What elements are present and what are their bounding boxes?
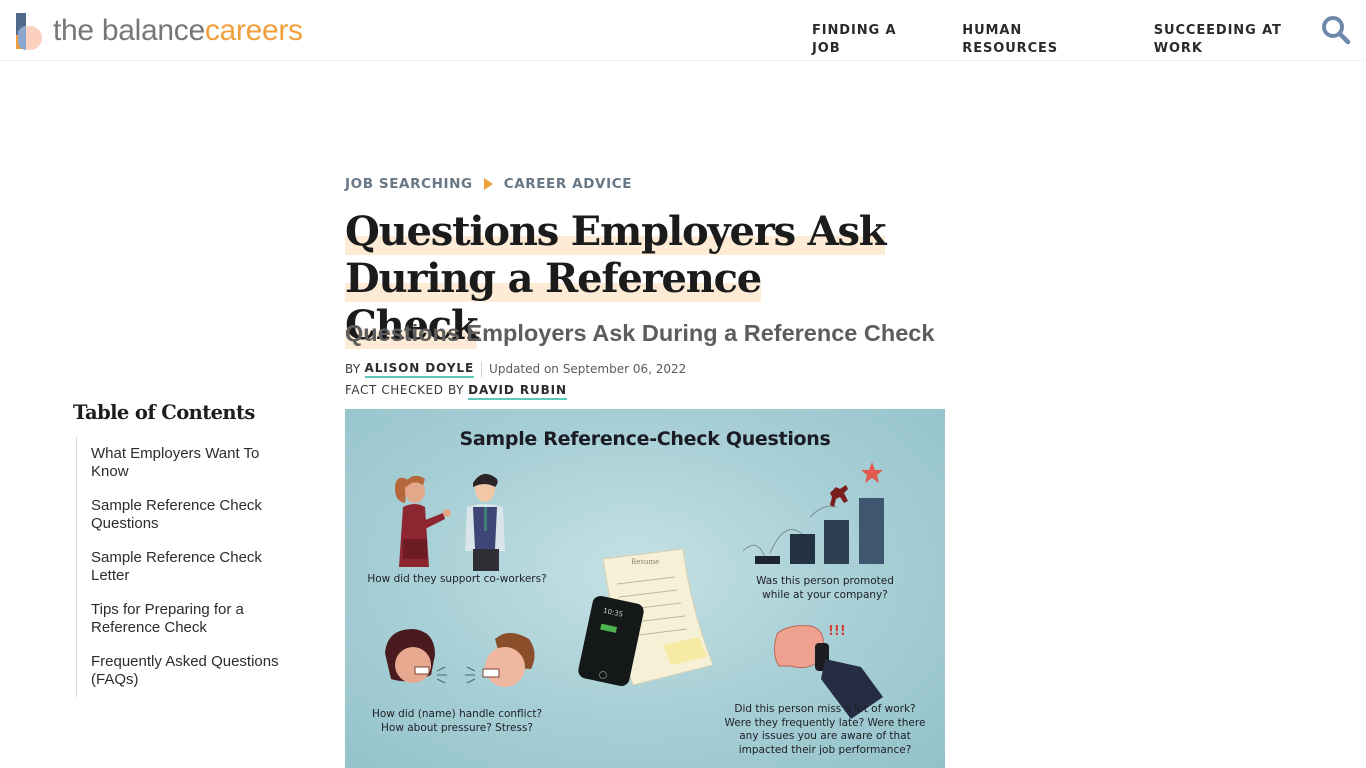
- byline-divider: [481, 361, 483, 377]
- nav-finding-a-job[interactable]: FINDING A JOB: [812, 22, 926, 58]
- caption-promoted: Was this person promoted while at your c…: [756, 575, 894, 601]
- nav-human-resources[interactable]: HUMAN RESOURCES: [962, 22, 1117, 58]
- author-link[interactable]: ALISON DOYLE: [364, 360, 475, 378]
- breadcrumb-job-searching[interactable]: JOB SEARCHING: [345, 176, 473, 192]
- breadcrumb-separator-icon: [483, 178, 493, 190]
- toc-list: What Employers Want To Know Sample Refer…: [76, 437, 303, 697]
- caption-conflict: How did (name) handle conflict? How abou…: [371, 708, 543, 734]
- search-button[interactable]: [1320, 14, 1352, 46]
- fact-check-line: FACT CHECKED BY DAVID RUBIN: [345, 382, 567, 400]
- logo-text: the balancecareers: [53, 14, 303, 47]
- breadcrumb: JOB SEARCHING CAREER ADVICE: [345, 176, 632, 192]
- toc-item-sample-letter[interactable]: Sample Reference Check Letter: [91, 549, 281, 585]
- promotion-chart-illustration: [742, 462, 884, 564]
- toc-item-tips[interactable]: Tips for Preparing for a Reference Check: [91, 601, 281, 637]
- toc-title: Table of Contents: [73, 401, 255, 424]
- coworkers-illustration: [395, 473, 505, 571]
- table-of-contents: Table of Contents What Employers Want To…: [73, 400, 303, 697]
- fact-checker-link[interactable]: DAVID RUBIN: [468, 382, 567, 400]
- byline: BY ALISON DOYLE Updated on September 06,…: [345, 360, 686, 378]
- logo-mark-icon: [16, 13, 44, 50]
- main-nav: FINDING A JOB HUMAN RESOURCES SUCCEEDING…: [812, 22, 1366, 58]
- article-subtitle: Questions Employers Ask During a Referen…: [345, 320, 935, 346]
- site-logo[interactable]: the balancecareers: [16, 12, 303, 50]
- factcheck-prefix: FACT CHECKED BY: [345, 383, 465, 397]
- byline-prefix: BY: [345, 362, 361, 376]
- breadcrumb-career-advice[interactable]: CAREER ADVICE: [504, 176, 632, 192]
- updated-date: Updated on September 06, 2022: [489, 362, 687, 376]
- search-icon: [1322, 16, 1351, 45]
- illustration-title: Sample Reference-Check Questions: [459, 428, 831, 450]
- conflict-illustration: [385, 629, 535, 687]
- caption-coworkers: How did they support co-workers?: [367, 573, 547, 585]
- article-illustration: Resume 10:35 !!! Sample Reference-Check …: [345, 409, 945, 768]
- toc-item-faqs[interactable]: Frequently Asked Questions (FAQs): [91, 653, 281, 689]
- resume-phone-illustration: Resume 10:35: [578, 548, 714, 686]
- toc-item-sample-questions[interactable]: Sample Reference Check Questions: [91, 497, 281, 533]
- resume-label: Resume: [631, 558, 659, 566]
- nav-succeeding-at-work[interactable]: SUCCEEDING AT WORK: [1154, 22, 1330, 58]
- toc-item-what-employers-want[interactable]: What Employers Want To Know: [91, 445, 281, 481]
- caption-attendance: Did this person miss a lot of work? Were…: [724, 703, 926, 756]
- alert-marks: !!!: [828, 624, 846, 639]
- site-header: the balancecareers FINDING A JOB HUMAN R…: [0, 0, 1366, 61]
